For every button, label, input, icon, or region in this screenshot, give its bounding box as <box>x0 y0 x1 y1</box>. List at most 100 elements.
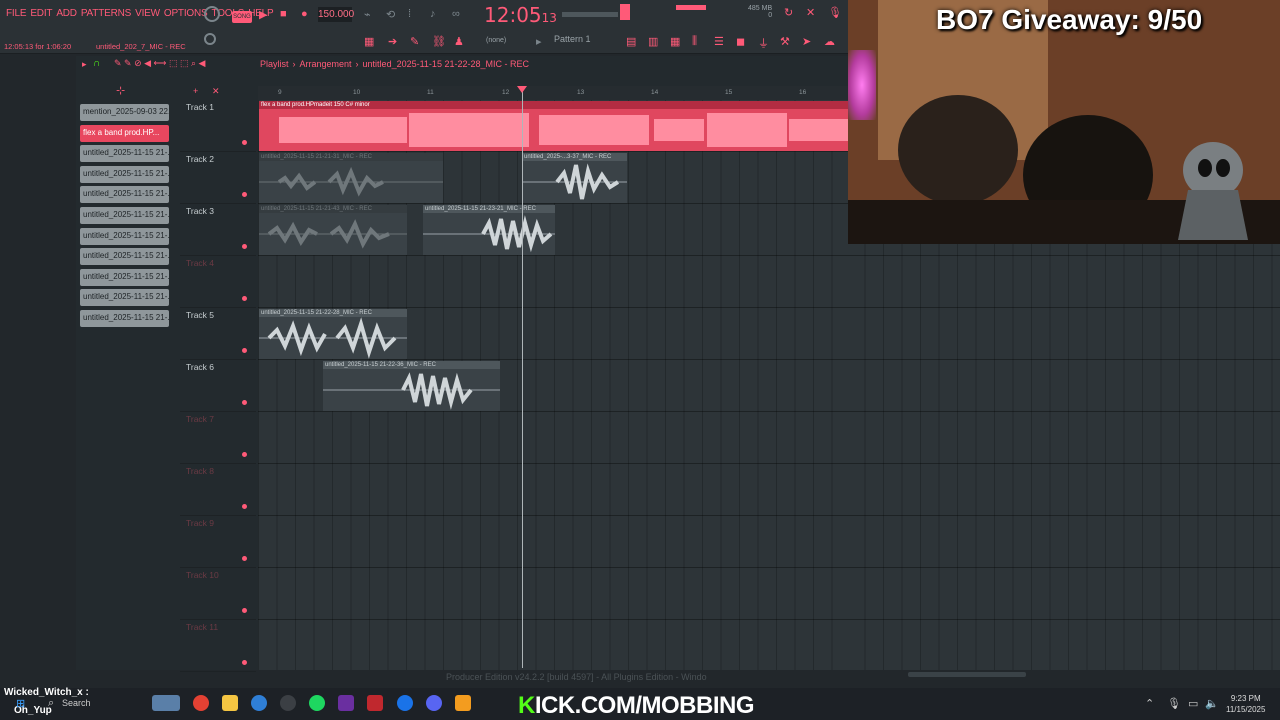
master-volume-knob[interactable] <box>204 6 220 22</box>
app-icon[interactable] <box>367 695 383 711</box>
send-icon[interactable]: ➤ <box>802 35 811 48</box>
arrow-right-icon[interactable]: ➔ <box>388 35 397 48</box>
play-icon[interactable]: ▶ <box>259 8 267 21</box>
track-header[interactable]: Track 9 <box>180 516 256 568</box>
horizontal-scrollbar[interactable] <box>908 672 1026 677</box>
picker-item[interactable]: untitled_2025-11-15 21-... <box>80 145 169 163</box>
master-pitch-knob[interactable] <box>204 33 216 45</box>
track-name[interactable]: Track 8 <box>186 466 214 476</box>
step-edit-icon[interactable]: ⁞ <box>408 8 411 20</box>
taskbar-clock[interactable]: 9:23 PM 11/15/2025 <box>1226 693 1265 715</box>
track-mute-led[interactable] <box>242 296 247 301</box>
picker-item[interactable]: untitled_2025-11-15 21-... <box>80 206 169 224</box>
close-x-icon[interactable]: ✕ <box>806 6 815 19</box>
timeline-ruler[interactable]: 9 10 11 12 13 14 15 16 <box>258 86 848 100</box>
track-mute-led[interactable] <box>242 244 247 249</box>
cloud-icon[interactable]: ☁ <box>824 35 835 48</box>
track-name[interactable]: Track 9 <box>186 518 214 528</box>
menu-view[interactable]: VIEW <box>135 8 160 19</box>
playlist-menu-icon[interactable]: ▸ <box>82 59 87 70</box>
audio-clip-vocal[interactable]: untitled_2025-11-15 21-23-21_MIC - REC <box>423 205 555 255</box>
audio-clip-vocal[interactable]: untitled_2025-11-15 21-22-36_MIC - REC <box>323 361 500 411</box>
playhead-marker[interactable] <box>517 86 527 93</box>
app-icon[interactable] <box>338 695 354 711</box>
track-mute-led[interactable] <box>242 608 247 613</box>
tray-chevron-icon[interactable]: ⌃ <box>1145 697 1154 710</box>
windows-start-icon[interactable]: ⊞ <box>16 697 25 710</box>
obs-icon[interactable] <box>280 695 296 711</box>
track-header[interactable]: Track 10 <box>180 568 256 620</box>
track-mute-led[interactable] <box>242 192 247 197</box>
chrome-icon[interactable] <box>193 695 209 711</box>
multilink-icon[interactable]: ∞ <box>452 8 460 20</box>
track-header[interactable]: Track 1 <box>180 100 256 152</box>
browser-icon[interactable]: ☰ <box>714 35 724 48</box>
track-header[interactable]: Track 5 <box>180 308 256 360</box>
track-header[interactable]: Track 3 <box>180 204 256 256</box>
playlist-crumb-2[interactable]: Arrangement <box>300 59 352 69</box>
track-mute-led[interactable] <box>242 348 247 353</box>
blend-notes-icon[interactable]: ♪ <box>430 8 436 20</box>
app-icon[interactable] <box>397 695 413 711</box>
metronome-icon[interactable]: ⌁ <box>364 8 371 21</box>
picker-item[interactable]: untitled_2025-11-15 21-... <box>80 248 169 266</box>
pattern-selector[interactable]: Pattern 1 <box>554 34 606 48</box>
track-name[interactable]: Track 3 <box>186 206 214 216</box>
track-name[interactable]: Track 4 <box>186 258 214 268</box>
snap-icon[interactable]: ▦ <box>364 35 374 48</box>
picker-item[interactable]: untitled_2025-11-15 21-... <box>80 186 169 204</box>
plugin-picker-icon[interactable]: ◼ <box>736 35 745 48</box>
menu-edit[interactable]: EDIT <box>30 8 52 19</box>
track-mute-led[interactable] <box>242 660 247 665</box>
picker-item[interactable]: untitled_2025-11-15 21-... <box>80 227 169 245</box>
picker-item[interactable]: untitled_2025-11-15 21-... <box>80 165 169 183</box>
track-name[interactable]: Track 1 <box>186 102 214 112</box>
loop-record-icon[interactable]: ⟲ <box>386 8 395 21</box>
track-header[interactable]: Track 4 <box>180 256 256 308</box>
track-header[interactable]: Track 6 <box>180 360 256 412</box>
picker-toggle-icon[interactable]: ⊹ <box>116 84 125 97</box>
pattern-song-toggle[interactable]: SONG <box>232 11 252 23</box>
plug-icon[interactable]: ⏚ <box>758 35 769 51</box>
edge-icon[interactable] <box>251 695 267 711</box>
link-icon[interactable]: ⛓ <box>432 35 446 48</box>
menu-options[interactable]: OPTIONS <box>164 8 208 19</box>
menu-patterns[interactable]: PATTERNS <box>81 8 131 19</box>
track-mute-led[interactable] <box>242 452 247 457</box>
wrench-icon[interactable]: ⚒ <box>780 35 790 48</box>
menu-add[interactable]: ADD <box>56 8 77 19</box>
record-icon[interactable]: ● <box>301 8 308 20</box>
spotify-icon[interactable] <box>309 695 325 711</box>
pencil-icon[interactable]: ✎ <box>410 35 419 48</box>
playhead-line[interactable] <box>522 90 523 668</box>
track-name[interactable]: Track 2 <box>186 154 214 164</box>
audio-clip-vocal[interactable]: untitled_2025-...3-37_MIC - REC <box>522 153 627 203</box>
widgets-icon[interactable] <box>152 695 180 711</box>
picker-item-selected[interactable]: flex a band prod.HP... <box>80 124 169 142</box>
arrangement-grid-right[interactable] <box>848 244 1280 670</box>
track-header[interactable]: Track 2 <box>180 152 256 204</box>
track-header[interactable]: Track 11 <box>180 620 256 672</box>
picker-item[interactable]: untitled_2025-11-15 21-... <box>80 268 169 286</box>
audio-clip-beat[interactable]: flex a band prod.HPmadeit 150 C# minor <box>259 101 848 151</box>
picker-item[interactable]: untitled_2025-11-15 21-... <box>80 289 169 307</box>
track-name[interactable]: Track 5 <box>186 310 214 320</box>
tools-row-icon[interactable]: ✎ ✎ ⊘ ◀ ⟷ ⬚ ⬚ ⌕ ◀ <box>114 58 205 69</box>
track-name[interactable]: Track 11 <box>186 622 218 632</box>
search-icon[interactable]: ⌕ <box>48 697 54 710</box>
pattern-prev-icon[interactable]: ▸ <box>536 35 542 48</box>
tempo-display[interactable]: 150.000 <box>318 7 354 22</box>
track-name[interactable]: Track 6 <box>186 362 214 372</box>
file-explorer-icon[interactable] <box>222 695 238 711</box>
track-mute-led[interactable] <box>242 504 247 509</box>
mic-tray-icon[interactable]: 🎙 <box>1167 697 1181 710</box>
mixer-icon[interactable]: ⫼ <box>692 35 697 48</box>
track-mute-led[interactable] <box>242 556 247 561</box>
track-mute-led[interactable] <box>242 140 247 145</box>
piano-roll-icon[interactable]: ▦ <box>670 35 680 48</box>
fl-studio-icon[interactable] <box>455 695 471 711</box>
taskbar-search[interactable]: Search <box>62 698 91 708</box>
audio-clip-vocal[interactable]: untitled_2025-11-15 21-21-43_MIC - REC <box>259 205 407 255</box>
channel-selector[interactable]: (none) <box>486 37 506 44</box>
track-name[interactable]: Track 7 <box>186 414 214 424</box>
